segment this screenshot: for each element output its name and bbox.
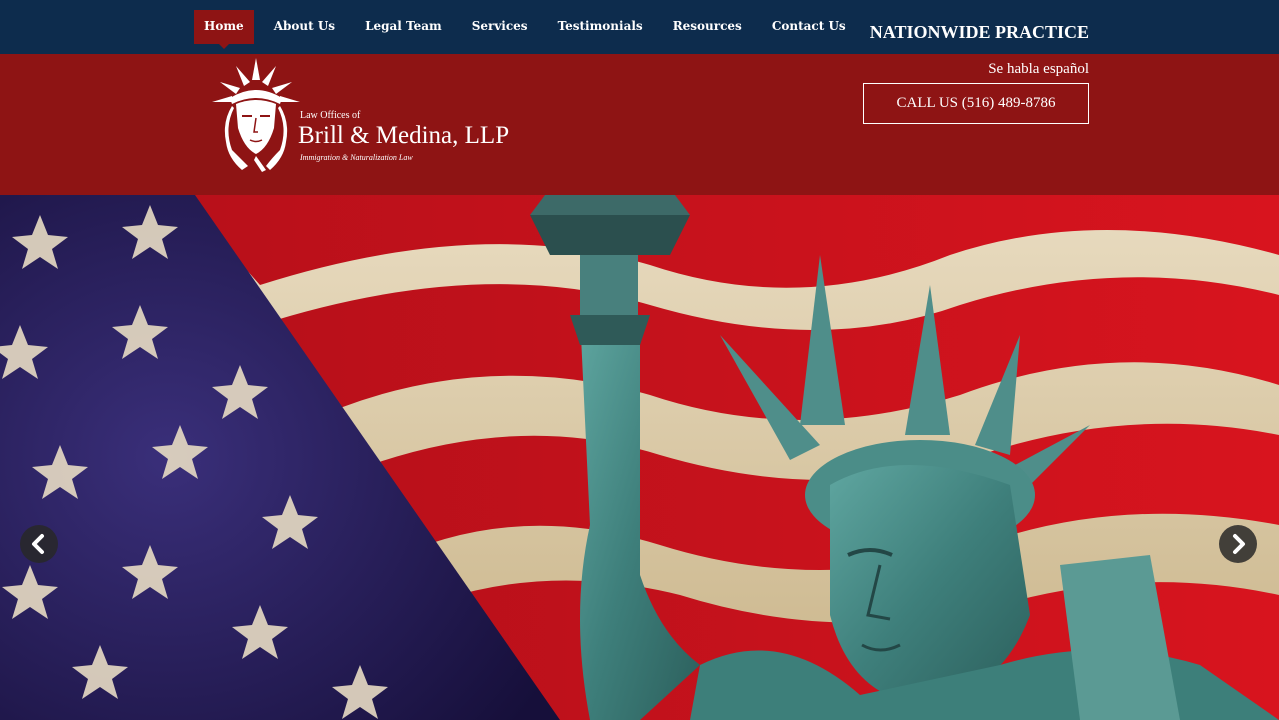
nav-legal-team[interactable]: Legal Team	[355, 10, 452, 44]
firm-logo[interactable]: Law Offices of Brill & Medina, LLP Immig…	[208, 58, 548, 173]
nav-resources[interactable]: Resources	[663, 10, 752, 44]
call-us-button[interactable]: CALL US (516) 489-8786	[863, 83, 1089, 124]
nav-services[interactable]: Services	[462, 10, 538, 44]
spanish-spoken-note: Se habla español	[988, 61, 1089, 77]
chevron-right-icon	[1233, 534, 1245, 554]
logo-line-3: Immigration & Naturalization Law	[300, 153, 413, 162]
slider-next-button[interactable]	[1219, 525, 1257, 563]
hero-slider	[0, 195, 1279, 720]
flag-statue-hero-image	[0, 195, 1279, 720]
nav-about-us[interactable]: About Us	[264, 10, 345, 44]
logo-line-2: Brill & Medina, LLP	[298, 122, 510, 149]
nationwide-practice-tagline: NATIONWIDE PRACTICE	[869, 22, 1089, 42]
slider-prev-button[interactable]	[20, 525, 58, 563]
logo-line-1: Law Offices of	[300, 110, 361, 121]
nav-contact-us[interactable]: Contact Us	[762, 10, 856, 44]
nav-testimonials[interactable]: Testimonials	[548, 10, 653, 44]
chevron-left-icon	[32, 534, 44, 554]
nav-home[interactable]: Home	[194, 10, 254, 49]
top-navigation-bar: Home About Us Legal Team Services Testim…	[0, 0, 1279, 54]
main-nav: Home About Us Legal Team Services Testim…	[194, 10, 866, 49]
